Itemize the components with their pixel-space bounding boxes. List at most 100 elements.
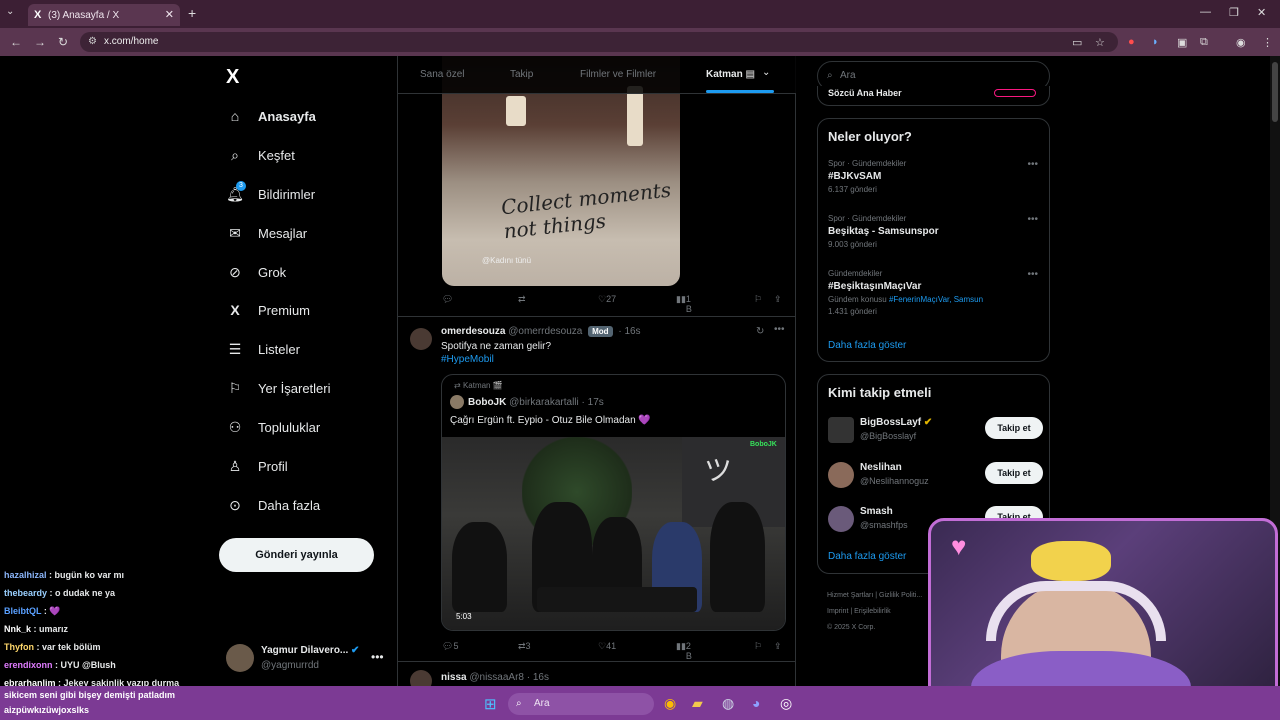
chrome-icon[interactable]: ◉ bbox=[664, 695, 676, 712]
nav-item-explore[interactable]: ⌕ Keşfet bbox=[226, 143, 295, 167]
maximize-icon[interactable]: ❐ bbox=[1229, 6, 1239, 19]
nav-item-lists[interactable]: ☰ Listeler bbox=[226, 337, 300, 361]
follow-suggestion[interactable]: Neslihan @Neslihannoguz Takip et bbox=[828, 460, 1043, 494]
trend-item[interactable]: Gündemdekiler #BeşiktaşınMaçıVar Gündem … bbox=[828, 269, 1038, 316]
nav-label: Premium bbox=[258, 302, 311, 318]
share-icon[interactable]: ⇪ bbox=[774, 294, 782, 305]
nav-item-notifications[interactable]: 🔔︎ 3 Bildirimler bbox=[226, 181, 315, 206]
close-tab-icon[interactable]: ✕ bbox=[165, 8, 174, 21]
star-icon[interactable]: ☆ bbox=[1095, 36, 1105, 49]
tab-films[interactable]: Filmler ve Filmler bbox=[580, 69, 656, 80]
footer-link[interactable]: Erişilebilirlik bbox=[854, 608, 891, 615]
avatar[interactable] bbox=[410, 328, 432, 350]
show-more-link[interactable]: Daha fazla göster bbox=[828, 551, 906, 562]
footer-link[interactable]: Imprint bbox=[827, 608, 848, 615]
close-window-icon[interactable]: ✕ bbox=[1257, 6, 1266, 19]
account-switcher[interactable]: Yagmur Dilavero... ✔ @yagmurrdd ••• bbox=[226, 642, 386, 676]
steam-icon[interactable]: ◍ bbox=[722, 695, 734, 712]
discord-icon[interactable]: ◕ bbox=[752, 695, 760, 711]
trend-item[interactable]: Spor · Gündemdekiler #BJKvSAM 6.137 gönd… bbox=[828, 159, 1038, 194]
minimize-icon[interactable]: — bbox=[1200, 6, 1211, 18]
trend-item[interactable]: Spor · Gündemdekiler Beşiktaş - Samsunsp… bbox=[828, 214, 1038, 249]
nav-item-home[interactable]: ⌂ Anasayfa bbox=[226, 104, 316, 128]
windows-start-icon[interactable]: ⊞ bbox=[484, 695, 497, 713]
more-dots-icon[interactable]: ••• bbox=[371, 650, 384, 664]
scrollbar-thumb[interactable] bbox=[1272, 62, 1278, 122]
views-count[interactable]: ▮▮ 1 B bbox=[676, 294, 692, 314]
reply-button[interactable]: 💬︎ 5 bbox=[442, 641, 458, 652]
who-title: Kimi takip etmeli bbox=[828, 385, 932, 400]
footer-link[interactable]: Hizmet Şartları bbox=[827, 592, 873, 599]
extension-record-icon[interactable]: ● bbox=[1128, 36, 1135, 48]
address-bar[interactable]: ⚙ x.com/home bbox=[80, 32, 1118, 52]
hashtag-link[interactable]: #HypeMobil bbox=[441, 354, 494, 365]
bookmark-icon[interactable]: ⚐ bbox=[754, 641, 762, 652]
taskbar-search[interactable]: ⌕ Ara bbox=[508, 693, 654, 715]
footer-link[interactable]: Gizlilik Politi... bbox=[879, 592, 922, 599]
tab-for-you[interactable]: Sana özel bbox=[420, 69, 464, 80]
tab-title: (3) Anasayfa / X bbox=[48, 9, 120, 21]
nav-item-more[interactable]: ⊙ Daha fazla bbox=[226, 493, 320, 517]
grok-analyze-icon[interactable]: ↻ bbox=[756, 326, 764, 337]
follow-button[interactable]: Takip et bbox=[985, 417, 1043, 439]
nav-item-bookmarks[interactable]: ⚐ Yer İşaretleri bbox=[226, 376, 331, 400]
video-player[interactable]: ツ BoboJK 5:03 bbox=[442, 437, 785, 630]
profile-avatar-icon[interactable]: ◉ bbox=[1236, 36, 1246, 49]
headphones bbox=[986, 581, 1166, 641]
image-watermark: @Kadını tünü bbox=[482, 256, 532, 265]
nav-item-communities[interactable]: ⚇ Topluluklar bbox=[226, 415, 320, 439]
retweet-button[interactable]: ⇄ 3 bbox=[518, 641, 531, 652]
like-button[interactable]: ♡ 41 bbox=[598, 641, 616, 652]
tab-following[interactable]: Takip bbox=[510, 69, 533, 80]
menu-kebab-icon[interactable]: ⋮ bbox=[1262, 36, 1273, 49]
live-pill[interactable] bbox=[994, 89, 1036, 97]
views-count[interactable]: ▮▮ 2 B bbox=[676, 641, 692, 661]
footer-links: Hizmet Şartları | Gizlilik Politi... Imp… bbox=[827, 588, 927, 636]
chevron-down-icon[interactable]: ⌄ bbox=[762, 67, 770, 78]
cast-icon[interactable]: ▭ bbox=[1072, 36, 1082, 49]
nav-label: Keşfet bbox=[258, 147, 295, 163]
back-icon[interactable]: ← bbox=[10, 35, 22, 49]
more-dots-icon[interactable]: ••• bbox=[774, 324, 785, 335]
tab-search-icon[interactable]: ⌄ bbox=[6, 6, 14, 17]
forward-icon[interactable]: → bbox=[34, 35, 46, 49]
nav-item-grok[interactable]: ⊘ Grok bbox=[226, 260, 286, 284]
more-dots-icon[interactable]: ••• bbox=[1027, 159, 1038, 170]
share-icon[interactable]: ⇪ bbox=[774, 641, 782, 652]
file-explorer-icon[interactable]: ▰ bbox=[692, 695, 703, 712]
quoted-tweet[interactable]: ⇄ Katman 🎬 BoboJK @birkarakartalli · 17s… bbox=[441, 374, 786, 631]
avatar[interactable] bbox=[410, 670, 432, 686]
video-smiley-art: ツ bbox=[704, 455, 733, 486]
trend-title: #BJKvSAM bbox=[828, 171, 882, 182]
more-dots-icon[interactable]: ••• bbox=[1027, 269, 1038, 280]
retweet-icon[interactable]: ⇄ bbox=[518, 294, 526, 305]
trend-title: Beşiktaş - Samsunspor bbox=[828, 226, 939, 237]
search-icon: ⌕ bbox=[516, 698, 522, 709]
post-button[interactable]: Gönderi yayınla bbox=[219, 538, 374, 572]
grok-icon: ⊘ bbox=[229, 263, 241, 280]
browser-tab[interactable]: X (3) Anasayfa / X ✕ bbox=[28, 4, 180, 26]
follow-button[interactable]: Takip et bbox=[985, 462, 1043, 484]
subtitle-line: aizpüwkızüwjoxslks bbox=[4, 705, 90, 715]
extension-icon[interactable]: ▣ bbox=[1177, 36, 1187, 49]
extensions-puzzle-icon[interactable]: ⧉ bbox=[1200, 36, 1208, 49]
more-dots-icon[interactable]: ••• bbox=[1027, 214, 1038, 225]
reply-icon[interactable]: 💬︎ bbox=[442, 294, 453, 305]
nav-item-profile[interactable]: ♙ Profil bbox=[226, 454, 288, 478]
bookmark-icon[interactable]: ⚐ bbox=[754, 294, 762, 305]
show-more-link[interactable]: Daha fazla göster bbox=[828, 340, 906, 351]
tab-katman[interactable]: Katman ▤ bbox=[706, 69, 755, 80]
like-button[interactable]: ♡ 27 bbox=[598, 294, 616, 305]
follow-suggestion[interactable]: BigBossLayf ✔ @BigBosslayf Takip et bbox=[828, 415, 1043, 449]
x-logo-icon[interactable]: X bbox=[226, 66, 239, 89]
nav-item-messages[interactable]: ✉ Mesajlar bbox=[226, 221, 307, 245]
search-placeholder: Ara bbox=[840, 70, 856, 81]
nav-item-premium[interactable]: X Premium bbox=[226, 298, 310, 322]
new-tab-icon[interactable]: + bbox=[188, 5, 196, 21]
site-info-icon[interactable]: ⚙ bbox=[88, 32, 97, 52]
reload-icon[interactable]: ↻ bbox=[58, 35, 68, 49]
extension-audio-icon[interactable]: ◗ bbox=[1152, 36, 1159, 48]
suggestion-handle: @Neslihannoguz bbox=[860, 476, 929, 486]
obs-icon[interactable]: ◎ bbox=[780, 695, 792, 712]
video-table bbox=[537, 587, 697, 612]
